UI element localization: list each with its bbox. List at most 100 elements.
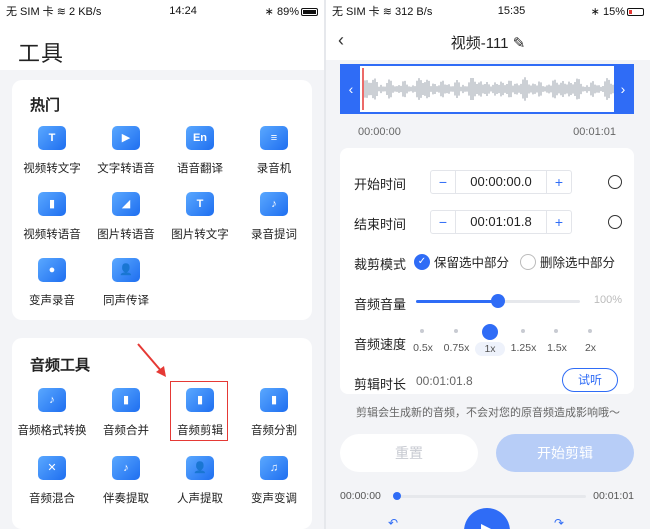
tool-label: 音频合并 — [103, 425, 149, 437]
vocal-extract-icon: 👤 — [186, 456, 214, 480]
speed-tick — [420, 329, 424, 333]
speed-option[interactable]: 2x — [576, 342, 606, 354]
speed-tick — [554, 329, 558, 333]
speed-option[interactable]: 1.5x — [542, 342, 572, 354]
speed-tick — [587, 329, 592, 333]
play-button[interactable]: ▶ — [464, 508, 510, 529]
format-convert-icon: ♪ — [38, 388, 66, 412]
tool-translate[interactable]: En 语音翻译 — [164, 126, 236, 176]
hint-text: 剪辑会生成新的音频，不会对您的原音频造成影响哦～ — [356, 407, 620, 419]
tool-recorder[interactable]: ≡ 录音机 — [238, 126, 310, 176]
tool-format-convert[interactable]: ♪ 音频格式转换 — [16, 388, 88, 438]
left-handle-chevron-icon[interactable]: ‹ — [342, 66, 360, 112]
delete-selection-radio[interactable]: 删除选中部分 — [520, 252, 615, 271]
tool-label: 音频混合 — [29, 493, 75, 505]
check-icon: ✓ — [414, 253, 430, 270]
tool-video-text[interactable]: T 视频转文字 — [16, 126, 88, 176]
tool-text-audio[interactable]: ▶ 文字转语音 — [90, 126, 162, 176]
start-time-value[interactable]: 00:00:00.0 — [455, 171, 547, 193]
prompter-icon: ♪ — [260, 192, 288, 216]
audio-clip-screen: 无 SIM 卡 ≋ 312 B/s 15:35 ∗ 15% ‹ 视频-111 ✎… — [326, 0, 650, 529]
speed-tick — [520, 329, 525, 333]
reset-button[interactable]: 重置 — [340, 434, 478, 472]
audio-section-title: 音频工具 — [30, 357, 91, 374]
wifi-icon-right: ≋ — [382, 6, 392, 18]
rewind-icon[interactable]: ↶ — [388, 516, 398, 529]
tool-label: 图片转语音 — [97, 229, 155, 241]
red-arrow-annotation — [137, 343, 166, 377]
speed-option[interactable]: 1x — [475, 342, 505, 356]
speed-track[interactable] — [422, 330, 590, 333]
player-current-time: 00:00:00 — [340, 490, 381, 502]
tool-image-text[interactable]: T 图片转文字 — [164, 192, 236, 242]
start-clip-button[interactable]: 开始剪辑 — [496, 434, 634, 472]
volume-fill — [416, 300, 498, 303]
status-right: ∗ 89% — [265, 5, 318, 18]
volume-slider[interactable] — [416, 294, 580, 308]
speed-option[interactable]: 0.75x — [442, 342, 472, 354]
tool-pitch-change[interactable]: ♫ 变声变调 — [238, 456, 310, 506]
tool-label: 视频转语音 — [23, 229, 81, 241]
volume-knob[interactable] — [491, 294, 505, 308]
start-reset-icon[interactable] — [608, 175, 622, 189]
keep-selection-radio[interactable]: ✓ 保留选中部分 — [414, 252, 509, 271]
tool-audio-split[interactable]: ▮ 音频分割 — [238, 388, 310, 438]
carrier-text-right: 无 SIM 卡 — [332, 6, 380, 18]
start-time-label: 开始时间 — [354, 177, 407, 192]
radio-empty-icon — [520, 253, 536, 270]
battery-percent-right: 15% — [602, 5, 625, 18]
battery-percent: 89% — [276, 5, 299, 18]
start-minus-button[interactable]: − — [431, 174, 455, 190]
preview-button[interactable]: 试听 — [562, 368, 618, 392]
hot-section: 热门 T 视频转文字 ▶ 文字转语音 En 语音翻译 ≡ 录音机 ▮ 视频转语音 ◢ 图片转语音 T 图片… — [12, 80, 312, 320]
start-time-stepper[interactable]: − 00:00:00.0 + — [430, 170, 572, 194]
speed-option[interactable]: 0.5x — [408, 342, 438, 354]
tool-label: 录音机 — [256, 163, 292, 175]
edit-icon[interactable]: ✎ — [513, 35, 526, 52]
player-knob[interactable] — [393, 492, 401, 500]
end-time-value[interactable]: 00:01:01.8 — [455, 211, 547, 233]
text-audio-icon: ▶ — [112, 126, 140, 150]
tool-audio-mix[interactable]: ✕ 音频混合 — [16, 456, 88, 506]
carrier-text: 无 SIM 卡 — [6, 6, 54, 18]
speed-option[interactable]: 1.25x — [509, 342, 539, 354]
audio-merge-icon: ▮ — [112, 388, 140, 412]
audio-mix-icon: ✕ — [38, 456, 66, 480]
player-progress[interactable] — [393, 492, 586, 500]
tool-label: 视频转文字 — [23, 163, 81, 175]
tool-label: 人声提取 — [177, 493, 223, 505]
end-time-stepper[interactable]: − 00:01:01.8 + — [430, 210, 572, 234]
tool-interpret[interactable]: 👤 同声传译 — [90, 258, 162, 308]
forward-icon[interactable]: ↷ — [554, 516, 564, 529]
tool-image-audio[interactable]: ◢ 图片转语音 — [90, 192, 162, 242]
tool-voice-change[interactable]: ● 变声录音 — [16, 258, 88, 308]
waveform-selector[interactable]: ‹ › — [340, 64, 634, 114]
end-plus-button[interactable]: + — [547, 214, 571, 230]
tool-video-audio[interactable]: ▮ 视频转语音 — [16, 192, 88, 242]
end-reset-icon[interactable] — [608, 215, 622, 229]
wave-start-time: 00:00:00 — [358, 126, 401, 138]
right-handle-chevron-icon[interactable]: › — [614, 66, 632, 112]
tool-vocal-extract[interactable]: 👤 人声提取 — [164, 456, 236, 506]
status-left-right: 无 SIM 卡 ≋ 312 B/s — [332, 3, 432, 19]
tool-accompaniment[interactable]: ♪ 伴奏提取 — [90, 456, 162, 506]
waveform-graphic — [362, 68, 614, 110]
delete-selection-label: 删除选中部分 — [540, 256, 616, 270]
bluetooth-icon-right: ∗ — [590, 5, 600, 18]
clock-right: 15:35 — [497, 5, 526, 17]
speed-knob[interactable] — [482, 324, 498, 340]
nav-bar: ‹ 视频-111 ✎ — [326, 22, 650, 60]
clip-settings-panel: 开始时间 − 00:00:00.0 + 结束时间 − 00:01:01.8 + … — [340, 148, 634, 394]
tool-audio-merge[interactable]: ▮ 音频合并 — [90, 388, 162, 438]
start-plus-button[interactable]: + — [547, 174, 571, 190]
volume-label: 音频音量 — [354, 297, 407, 312]
recorder-icon: ≡ — [260, 126, 288, 150]
battery-icon — [300, 7, 318, 16]
tool-label: 录音提词 — [251, 229, 297, 241]
tool-prompter[interactable]: ♪ 录音提词 — [238, 192, 310, 242]
tool-label: 变声录音 — [29, 295, 75, 307]
duration-label: 剪辑时长 — [354, 377, 407, 392]
battery-icon-right — [626, 7, 644, 16]
end-minus-button[interactable]: − — [431, 214, 455, 230]
tool-label: 伴奏提取 — [103, 493, 149, 505]
